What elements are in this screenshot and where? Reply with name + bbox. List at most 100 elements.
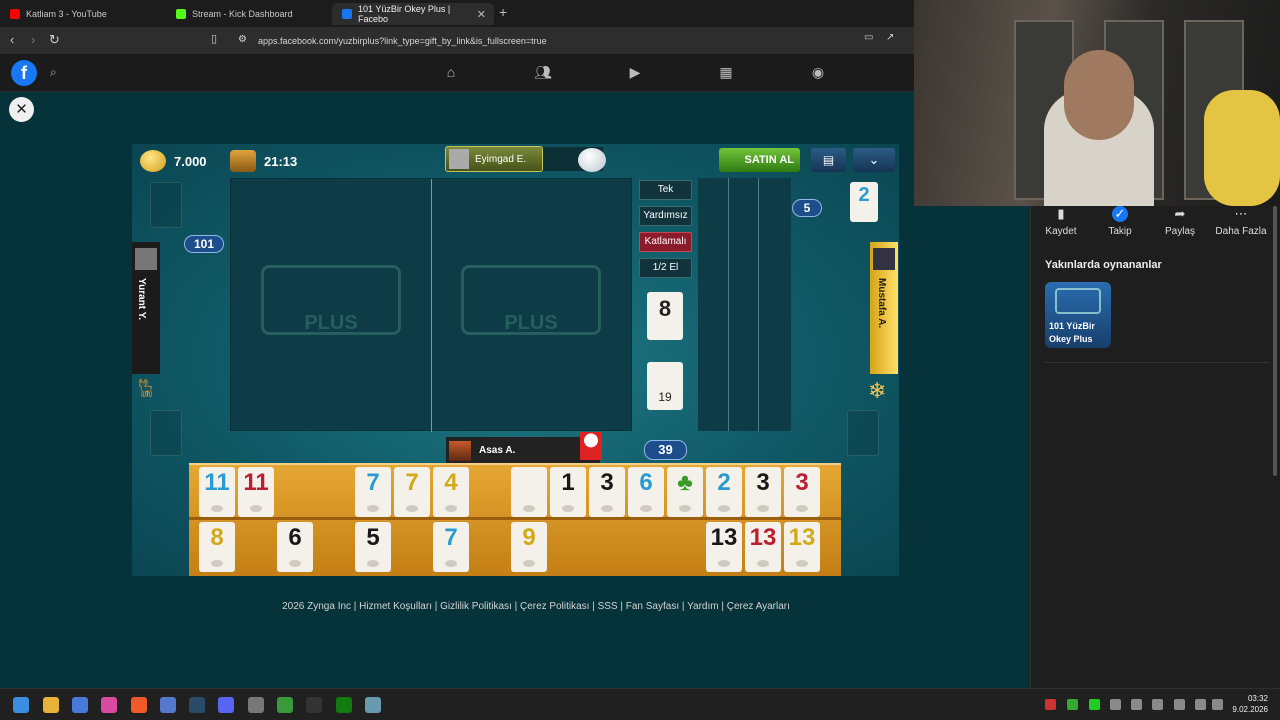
close-fullscreen-button[interactable]: ✕ [9, 97, 34, 122]
back-icon[interactable]: ‹ [10, 32, 14, 47]
tile-dot [796, 560, 808, 567]
right-player-name: Mustafa A. [876, 278, 887, 329]
file-explorer-icon[interactable] [43, 697, 59, 713]
video-icon[interactable]: ▶ [626, 64, 644, 82]
brave-browser-icon[interactable] [131, 697, 147, 713]
chevron-down-icon[interactable]: ⌄ [853, 148, 895, 172]
rack-tile[interactable]: 3 [589, 467, 625, 517]
chat-icon[interactable]: ▤ [811, 148, 846, 172]
rack-tile[interactable]: 7 [433, 522, 469, 572]
right-player[interactable]: Mustafa A. [870, 242, 898, 374]
bookmark-icon[interactable]: ▯ [211, 32, 217, 45]
left-player[interactable]: Yurant Y. [132, 242, 160, 374]
board-divider [431, 179, 432, 432]
game-logo-icon [1055, 288, 1101, 314]
rack-tile[interactable]: 3 [784, 467, 820, 517]
rack-tile[interactable]: 4 [433, 467, 469, 517]
tile-dot [601, 505, 613, 512]
rack-tile[interactable]: 8 [199, 522, 235, 572]
more-button[interactable]: ⋯ Daha Fazla [1210, 206, 1272, 237]
rack-tile[interactable]: 13 [706, 522, 742, 572]
top-player[interactable]: Eyimgad E. [445, 146, 543, 172]
recent-game-card[interactable]: 101 YüzBir Okey Plus [1045, 282, 1111, 348]
tile-dot [250, 505, 262, 512]
facebook-logo-icon[interactable]: f [11, 60, 37, 86]
footer-links[interactable]: 2026 Zynga Inc | Hizmet Koşulları | Gizl… [0, 601, 1072, 612]
tray-icon[interactable] [1067, 699, 1078, 710]
rack-tile[interactable]: 3 [745, 467, 781, 517]
friends-icon[interactable]: 👥︎ [534, 64, 552, 82]
rack-tile[interactable]: 11 [238, 467, 274, 517]
rack-tile[interactable]: 1 [550, 467, 586, 517]
rack-tile[interactable]: 2 [706, 467, 742, 517]
share-button[interactable]: ➦ Paylaş [1150, 206, 1210, 237]
install-icon[interactable]: ▭ [864, 32, 873, 43]
tab-kick[interactable]: Stream - Kick Dashboard [166, 3, 328, 25]
draw-pile[interactable]: 19 [647, 362, 683, 410]
url-field[interactable]: ⚙ apps.facebook.com/yuzbirplus?link_type… [230, 31, 910, 50]
right-discard-tile[interactable]: 2 [850, 182, 878, 222]
rack-tile[interactable]: 9 [511, 522, 547, 572]
close-tab-icon[interactable]: ✕ [477, 8, 486, 21]
reload-icon[interactable]: ↻ [49, 32, 60, 48]
rack-tile[interactable]: 6 [628, 467, 664, 517]
rack-tile[interactable]: 5 [355, 522, 391, 572]
board-line [758, 178, 759, 431]
marketplace-icon[interactable]: ▦ [717, 64, 735, 82]
discard-slot-bottom-right [847, 410, 879, 456]
save-button[interactable]: ▮ Kaydet [1031, 206, 1091, 237]
rack-tile[interactable]: 6 [277, 522, 313, 572]
app-icon[interactable] [365, 697, 381, 713]
mic-icon[interactable] [1174, 699, 1185, 710]
plus-logo-left: PLUS [261, 265, 401, 335]
tile-dot [406, 505, 418, 512]
tray-icon[interactable] [1045, 699, 1056, 710]
windows-start-icon[interactable] [13, 697, 29, 713]
plus-logo-right: PLUS [461, 265, 601, 335]
rack-tile[interactable]: 13 [784, 522, 820, 572]
right-meld-board[interactable] [698, 178, 791, 431]
steam-icon[interactable] [189, 697, 205, 713]
xbox-icon[interactable] [336, 697, 352, 713]
tile-dot [718, 505, 730, 512]
rack-tile[interactable]: 7 [394, 467, 430, 517]
tray-icon[interactable] [1089, 699, 1100, 710]
rack-tile[interactable] [511, 467, 547, 517]
minecraft-icon[interactable] [277, 697, 293, 713]
app-icon[interactable] [160, 697, 176, 713]
new-tab-button[interactable]: + [499, 4, 507, 20]
buy-button[interactable]: SATIN AL [719, 148, 800, 172]
app-icon[interactable] [248, 697, 264, 713]
system-clock[interactable]: 03:32 9.02.2026 [1232, 693, 1268, 715]
volume-icon[interactable] [1212, 699, 1223, 710]
tray-icon[interactable] [1131, 699, 1142, 710]
forward-icon[interactable]: › [31, 32, 35, 47]
rack-tile[interactable]: 7 [355, 467, 391, 517]
tile-rack[interactable]: 11 11 7 7 4 1 3 6 ♣ 2 3 3 8 6 5 7 9 13 13 13 [189, 463, 841, 576]
share-page-icon[interactable]: ↗ [886, 32, 894, 43]
rack-tile[interactable]: ♣ [667, 467, 703, 517]
tab-facebook-game[interactable]: 101 YüzBir Okey Plus | Facebo ✕ [332, 3, 494, 25]
tile-dot [679, 505, 691, 512]
follow-button[interactable]: ✓ Takip [1090, 206, 1150, 237]
app-icon[interactable] [101, 697, 117, 713]
scrollbar[interactable] [1273, 206, 1277, 476]
site-settings-icon[interactable]: ⚙ [238, 34, 247, 45]
search-icon[interactable]: ⌕ [50, 65, 57, 80]
epic-games-icon[interactable] [306, 697, 322, 713]
app-icon[interactable] [72, 697, 88, 713]
network-icon[interactable] [1195, 699, 1206, 710]
meld-board[interactable]: PLUS PLUS [230, 178, 632, 432]
groups-icon[interactable]: ◉ [809, 64, 827, 82]
tray-icon[interactable] [1152, 699, 1163, 710]
tray-icon[interactable] [1110, 699, 1121, 710]
rack-tile[interactable]: 13 [745, 522, 781, 572]
rack-tile[interactable]: 11 [199, 467, 235, 517]
home-icon[interactable]: ⌂ [442, 64, 460, 82]
discord-icon[interactable] [218, 697, 234, 713]
bottom-player[interactable]: Asas A. [446, 437, 600, 464]
okey-game-canvas[interactable]: 7.000 21:13 Eyimgad E. SATIN AL ▤ ⌄ PLUS… [132, 144, 899, 576]
tab-youtube[interactable]: Katliam 3 - YouTube [0, 3, 162, 25]
tile-dot [367, 505, 379, 512]
kick-icon [176, 9, 186, 19]
